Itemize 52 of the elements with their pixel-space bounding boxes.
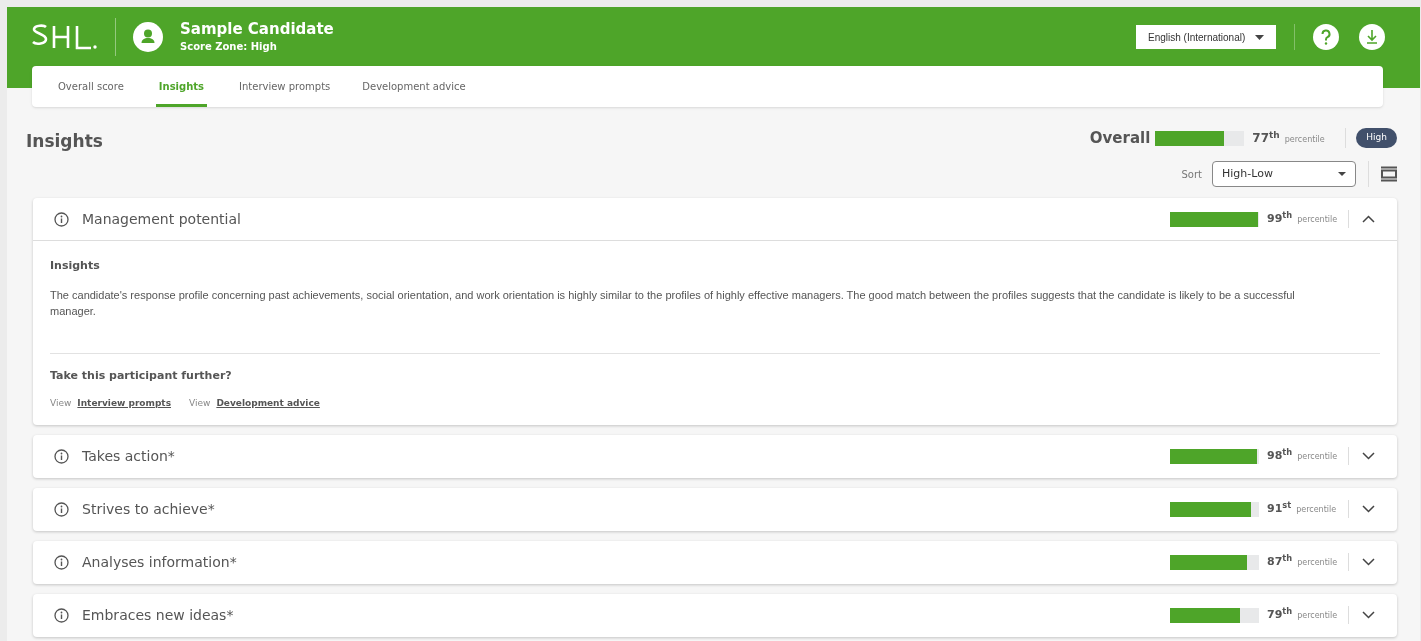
- user-avatar-icon: [133, 22, 163, 52]
- info-icon[interactable]: [54, 501, 69, 517]
- percentile-label: percentile: [1297, 213, 1338, 226]
- link[interactable]: Development advice: [216, 397, 320, 411]
- caret-icon: [1338, 172, 1346, 176]
- percentile-label: percentile: [1297, 450, 1338, 463]
- link[interactable]: Interview prompts: [77, 397, 171, 411]
- percentile-label: percentile: [1284, 134, 1325, 146]
- help-icon[interactable]: [1313, 24, 1339, 50]
- competency-title: Management potential: [82, 209, 241, 229]
- logo-icon: [30, 22, 98, 52]
- competency-title: Embraces new ideas*: [82, 605, 234, 625]
- layout-icon[interactable]: [1381, 166, 1397, 182]
- competency-title: Strives to achieve*: [82, 499, 215, 519]
- info-icon[interactable]: [54, 607, 69, 623]
- tab[interactable]: Development advice: [362, 66, 466, 107]
- tab[interactable]: Overall score: [58, 66, 124, 107]
- percentile-score: 99$^{th}$: [1267, 210, 1293, 227]
- percentile-label: percentile: [1296, 503, 1337, 516]
- download-icon[interactable]: [1359, 24, 1385, 50]
- collapse-chevron-icon[interactable]: [1362, 215, 1375, 223]
- competency-title: Analyses information*: [82, 552, 237, 572]
- caret-icon: [1255, 34, 1264, 40]
- percentile-score: 87$^{th}$: [1267, 553, 1293, 570]
- language-dropdown[interactable]: English (International): [1136, 25, 1276, 49]
- section-heading: Take this participant further?: [50, 367, 233, 384]
- info-icon[interactable]: [54, 211, 69, 227]
- section-heading: Insights: [50, 258, 101, 274]
- score-zone: Score Zone: High: [180, 40, 278, 54]
- sort-label: Sort: [1181, 167, 1202, 182]
- sort-dropdown[interactable]: High-Low: [1212, 161, 1356, 187]
- competency-title: Takes action*: [82, 446, 175, 466]
- view-label: View: [50, 397, 72, 410]
- candidate-name: Sample Candidate: [180, 19, 334, 39]
- page-title: Insights: [26, 130, 103, 153]
- expand-chevron-icon[interactable]: [1362, 505, 1375, 513]
- info-icon[interactable]: [54, 448, 69, 464]
- percentile-score: 98$^{th}$: [1267, 447, 1293, 464]
- percentile-score: 91$^{st}$: [1267, 500, 1292, 517]
- view-label: View: [189, 397, 211, 410]
- insight-paragraph: The candidate's response profile concerning past achievements, social orientation, and work orientation is highly similar to the profiles of highly effective managers. The good match between the profiles suggests that the candidate is likely to be a successful manager.: [50, 287, 1296, 319]
- percentile-score: 79$^{th}$: [1267, 606, 1293, 623]
- overall-label: Overall: [1089, 127, 1151, 149]
- score-zone-badge: High: [1356, 128, 1397, 148]
- percentile-score: 77$^{th}$: [1252, 129, 1280, 147]
- expand-chevron-icon[interactable]: [1362, 452, 1375, 460]
- expand-chevron-icon[interactable]: [1362, 611, 1375, 619]
- info-icon[interactable]: [54, 554, 69, 570]
- expand-chevron-icon[interactable]: [1362, 558, 1375, 566]
- percentile-label: percentile: [1297, 556, 1338, 569]
- tab[interactable]: Interview prompts: [239, 66, 331, 107]
- percentile-label: percentile: [1297, 609, 1338, 622]
